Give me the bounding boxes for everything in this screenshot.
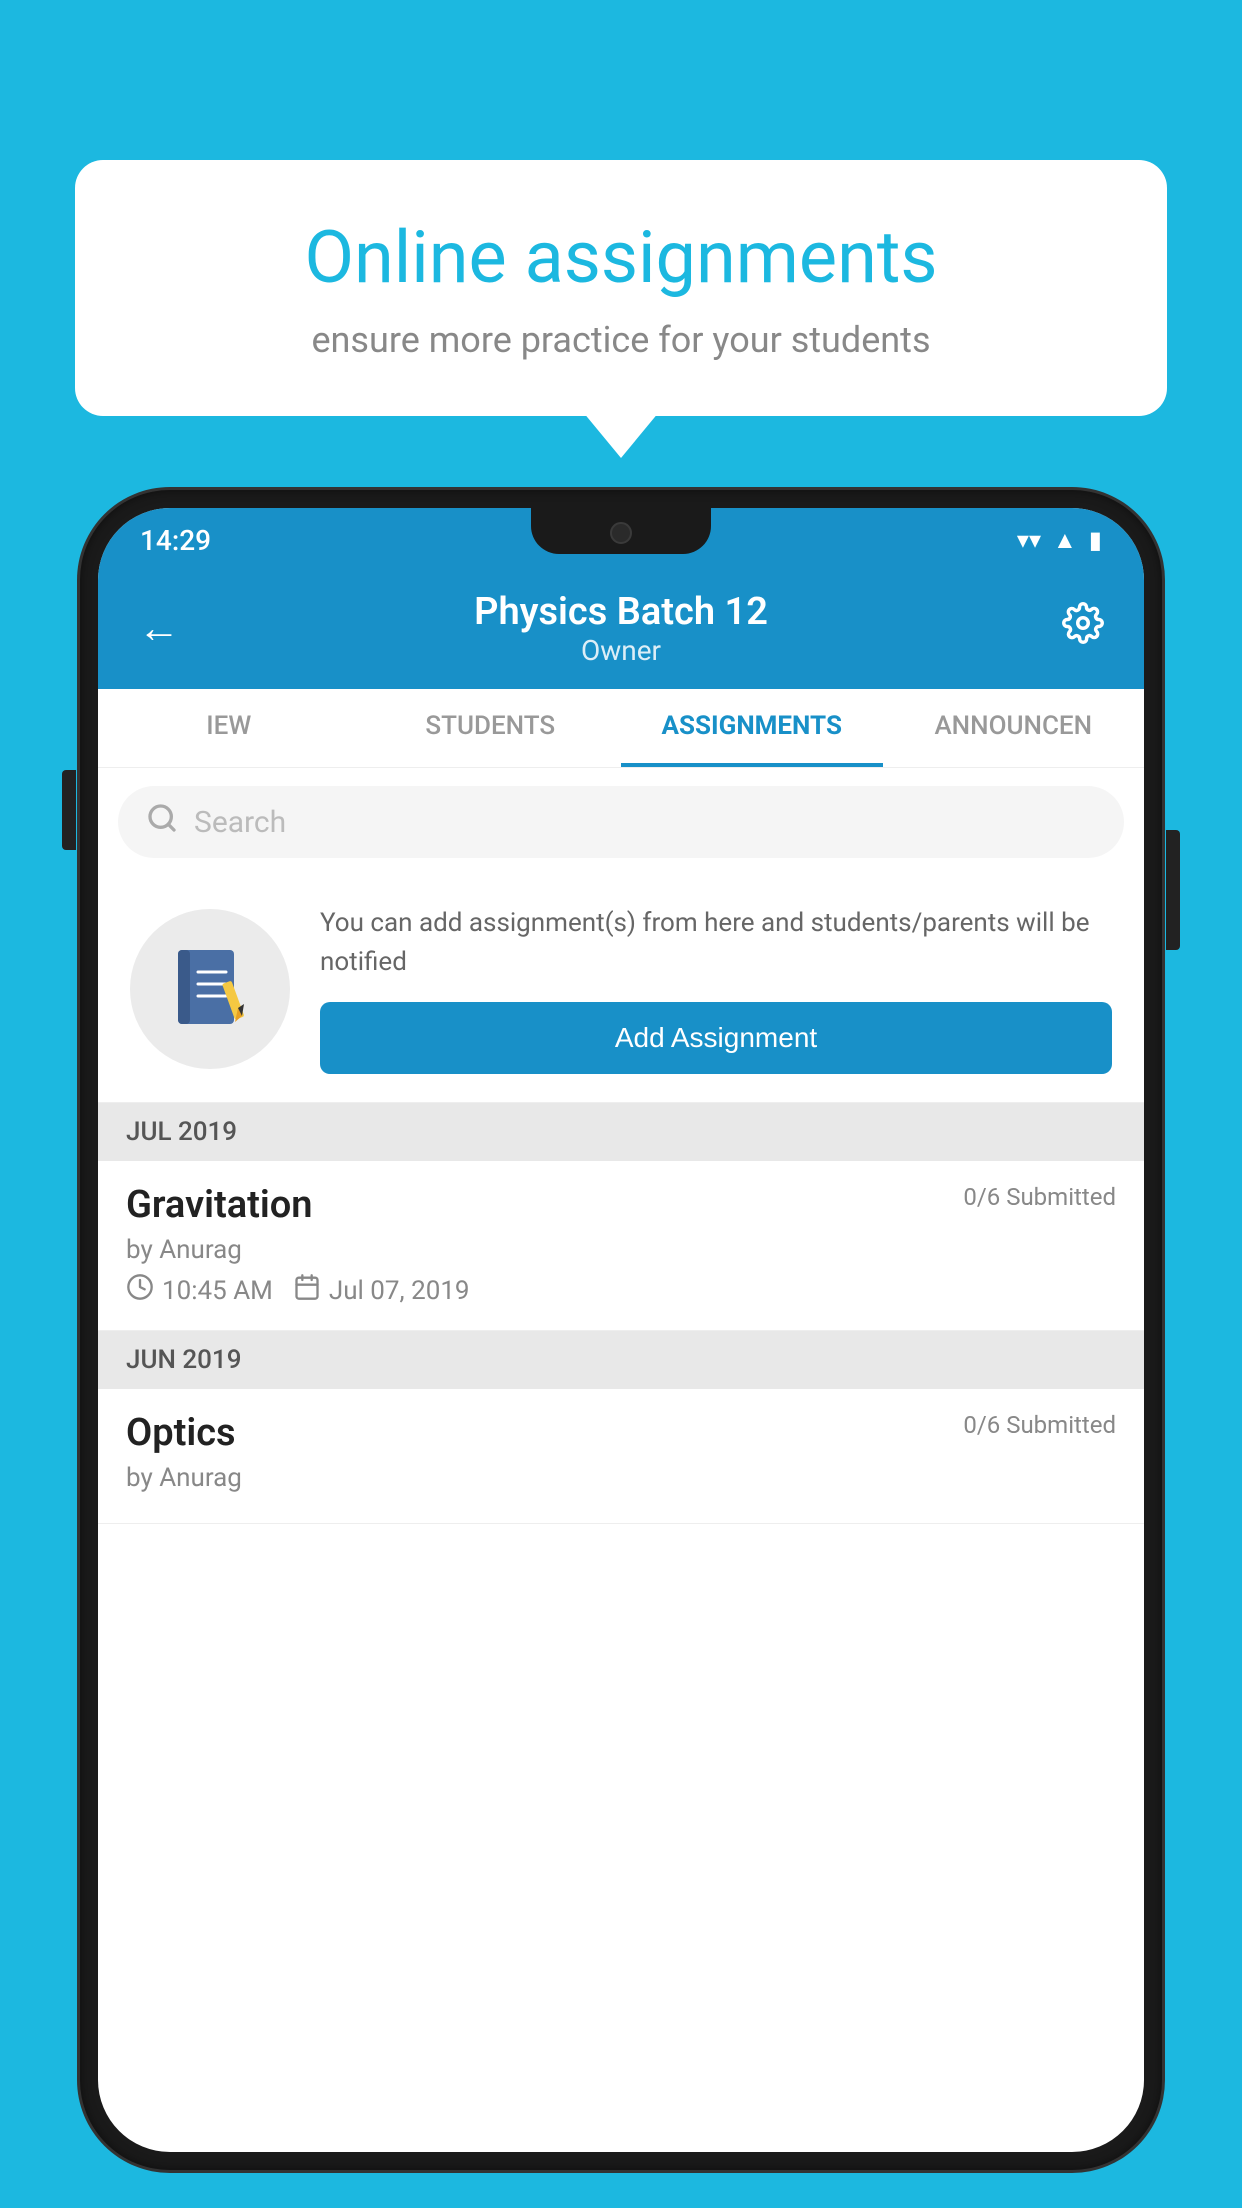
bubble-subtitle: ensure more practice for your students [135, 319, 1107, 361]
phone-outer: 14:29 ▾▾ ▲ ▮ ← Physics Batch 12 Owner [80, 490, 1162, 2170]
search-placeholder: Search [194, 805, 286, 840]
header-center: Physics Batch 12 Owner [474, 590, 768, 667]
header-subtitle: Owner [474, 634, 768, 667]
speech-bubble-container: Online assignments ensure more practice … [75, 160, 1167, 416]
phone-container: 14:29 ▾▾ ▲ ▮ ← Physics Batch 12 Owner [80, 490, 1162, 2208]
notebook-icon-container [130, 909, 290, 1069]
speech-bubble: Online assignments ensure more practice … [75, 160, 1167, 416]
add-assignment-button[interactable]: Add Assignment [320, 1002, 1112, 1074]
search-bar[interactable]: Search [118, 786, 1124, 858]
meta-time: 10:45 AM [126, 1273, 273, 1308]
meta-date-value: Jul 07, 2019 [329, 1276, 470, 1306]
assignment-meta: 10:45 AM Jul 07, 2019 [126, 1273, 1116, 1308]
status-icons: ▾▾ ▲ ▮ [1017, 526, 1102, 555]
assignment-item-optics[interactable]: Optics 0/6 Submitted by Anurag [98, 1389, 1144, 1524]
section-header-jun: JUN 2019 [98, 1331, 1144, 1389]
assignment-top-row-optics: Optics 0/6 Submitted [126, 1411, 1116, 1455]
phone-screen: 14:29 ▾▾ ▲ ▮ ← Physics Batch 12 Owner [98, 508, 1144, 2152]
tabs-bar: IEW STUDENTS ASSIGNMENTS ANNOUNCEN [98, 689, 1144, 768]
settings-button[interactable] [1062, 602, 1104, 655]
assignment-submitted: 0/6 Submitted [963, 1183, 1116, 1211]
signal-icon: ▲ [1053, 526, 1077, 555]
notebook-icon [170, 944, 250, 1034]
back-button[interactable]: ← [138, 604, 180, 653]
assignment-submitted-optics: 0/6 Submitted [963, 1411, 1116, 1439]
meta-date: Jul 07, 2019 [293, 1273, 470, 1308]
phone-notch [531, 508, 711, 554]
assignment-author: by Anurag [126, 1235, 1116, 1265]
clock-icon [126, 1273, 154, 1308]
tab-announcements[interactable]: ANNOUNCEN [883, 689, 1145, 767]
calendar-icon [293, 1273, 321, 1308]
tab-students[interactable]: STUDENTS [360, 689, 622, 767]
header-title: Physics Batch 12 [474, 590, 768, 634]
wifi-icon: ▾▾ [1017, 526, 1041, 554]
tab-assignments[interactable]: ASSIGNMENTS [621, 689, 883, 767]
meta-time-value: 10:45 AM [162, 1276, 273, 1306]
search-icon [146, 802, 178, 842]
battery-icon: ▮ [1089, 526, 1102, 554]
assignment-top-row: Gravitation 0/6 Submitted [126, 1183, 1116, 1227]
promo-text: You can add assignment(s) from here and … [320, 904, 1112, 982]
status-time: 14:29 [140, 524, 211, 557]
assignment-author-optics: by Anurag [126, 1463, 1116, 1493]
promo-right: You can add assignment(s) from here and … [320, 904, 1112, 1074]
search-container: Search [98, 768, 1144, 876]
assignment-name-optics: Optics [126, 1411, 236, 1455]
assignment-item-gravitation[interactable]: Gravitation 0/6 Submitted by Anurag 10:4… [98, 1161, 1144, 1331]
bubble-title: Online assignments [135, 215, 1107, 301]
add-assignment-promo: You can add assignment(s) from here and … [98, 876, 1144, 1103]
assignment-name: Gravitation [126, 1183, 313, 1227]
app-header: ← Physics Batch 12 Owner [98, 572, 1144, 689]
section-header-jul: JUL 2019 [98, 1103, 1144, 1161]
tab-iew[interactable]: IEW [98, 689, 360, 767]
camera-icon [610, 522, 632, 544]
